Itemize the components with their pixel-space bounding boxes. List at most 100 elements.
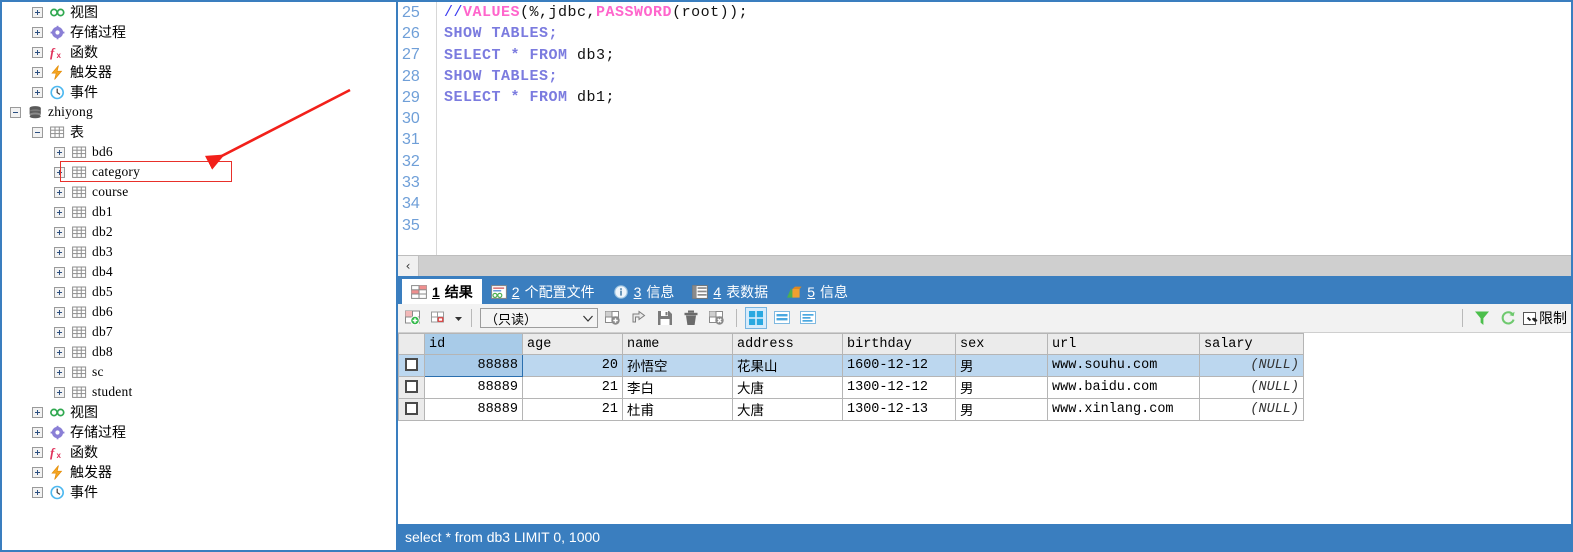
result-grid-table[interactable]: id age name address birthday sex url salary 8888… [398,333,1304,421]
sql-line-code[interactable]: SELECT * FROM db1; [428,89,615,106]
grid-cell-id[interactable]: 88889 [424,376,523,399]
tree-item-category[interactable]: category [2,162,396,182]
expand-plus-icon[interactable] [32,446,43,458]
expand-plus-icon[interactable] [54,166,65,178]
select-all-header[interactable] [398,333,425,355]
sql-line[interactable]: 27 SELECT * FROM db3; [398,45,1571,66]
tree-item-db5[interactable]: db5 [2,282,396,302]
tree-item-视图[interactable]: 视图 [2,2,396,22]
form-view-button[interactable] [771,307,793,329]
grid-cell-salary[interactable]: (NULL) [1199,354,1304,377]
grid-cell-age[interactable]: 20 [522,354,623,377]
grid-cell-url[interactable]: www.souhu.com [1047,354,1200,377]
tree-item-事件[interactable]: 事件 [2,482,396,502]
grid-cell-id[interactable]: 88889 [424,398,523,421]
expand-plus-icon[interactable] [54,226,65,238]
scrollbar-track[interactable] [419,256,1571,276]
grid-cell-url[interactable]: www.xinlang.com [1047,398,1200,421]
grid-cell-sex[interactable]: 男 [955,398,1048,421]
grid-column-header-address[interactable]: address [732,333,843,355]
tree-item-视图[interactable]: 视图 [2,402,396,422]
sql-line[interactable]: 30 [398,108,1571,129]
expand-plus-icon[interactable] [32,406,43,418]
expand-plus-icon[interactable] [54,366,65,378]
sql-editor[interactable]: 25 //VALUES(%,jdbc,PASSWORD(root)); 26 SHOW… [398,2,1571,255]
expand-plus-icon[interactable] [32,426,43,438]
tree-item-触发器[interactable]: 触发器 [2,462,396,482]
delete-button[interactable] [680,307,702,329]
grid-cell-salary[interactable]: (NULL) [1199,376,1304,399]
expand-plus-icon[interactable] [54,146,65,158]
result-grid[interactable]: id age name address birthday sex url salary 8888… [398,333,1571,524]
filter-button[interactable] [1471,307,1493,329]
clear-button[interactable] [706,307,728,329]
expand-plus-icon[interactable] [54,286,65,298]
row-checkbox[interactable] [405,379,418,393]
expand-plus-icon[interactable] [54,326,65,338]
grid-cell-name[interactable]: 李白 [622,376,733,399]
expand-plus-icon[interactable] [32,486,43,498]
scroll-left-icon[interactable]: ‹ [398,256,419,276]
grid-cell-url[interactable]: www.baidu.com [1047,376,1200,399]
sql-line-code[interactable]: //VALUES(%,jdbc,PASSWORD(root)); [428,4,748,21]
grid-cell-address[interactable]: 大唐 [732,398,843,421]
tree-item-bd6[interactable]: bd6 [2,142,396,162]
tree-item-student[interactable]: student [2,382,396,402]
expand-plus-icon[interactable] [32,66,43,78]
grid-row[interactable]: 88888 20 孙悟空 花果山 1600-12-12 男 www.souhu.com (NU… [398,354,1304,377]
grid-column-header-url[interactable]: url [1047,333,1200,355]
sql-line[interactable]: 29 SELECT * FROM db1; [398,87,1571,108]
save-button[interactable] [654,307,676,329]
grid-row[interactable]: 88889 21 李白 大唐 1300-12-12 男 www.baidu.com (NULL… [398,376,1304,399]
sql-editor-lines[interactable]: 25 //VALUES(%,jdbc,PASSWORD(root)); 26 SHOW… [398,2,1571,236]
tree-item-函数[interactable]: f x 函数 [2,442,396,462]
grid-cell-address[interactable]: 花果山 [732,354,843,377]
sql-line[interactable]: 34 [398,194,1571,215]
grid-column-header-sex[interactable]: sex [955,333,1048,355]
refresh-button[interactable] [1497,307,1519,329]
sql-line-code[interactable]: SHOW TABLES; [428,68,558,85]
result-tab-1[interactable]: 1 结果 [402,279,482,304]
result-tab-5[interactable]: 5 信息 [777,279,857,304]
sql-line[interactable]: 26 SHOW TABLES; [398,23,1571,44]
row-checkbox[interactable] [405,357,418,371]
sql-line[interactable]: 28 SHOW TABLES; [398,66,1571,87]
sql-line[interactable]: 25 //VALUES(%,jdbc,PASSWORD(root)); [398,2,1571,23]
export-button[interactable] [602,307,624,329]
grid-cell-birthday[interactable]: 1300-12-13 [842,398,956,421]
expand-plus-icon[interactable] [54,246,65,258]
tree-item-course[interactable]: course [2,182,396,202]
limit-rows-checkbox-group[interactable]: 限制 [1523,308,1567,328]
tree-item-触发器[interactable]: 触发器 [2,62,396,82]
expand-plus-icon[interactable] [54,266,65,278]
collapse-minus-icon[interactable] [32,126,43,138]
tree-item-db4[interactable]: db4 [2,262,396,282]
tree-item-db1[interactable]: db1 [2,202,396,222]
result-tab-3[interactable]: 3 信息 [604,279,684,304]
grid-cell-age[interactable]: 21 [522,376,623,399]
row-select-checkbox-cell[interactable] [398,354,425,377]
result-tab-2[interactable]: 2 个配置文件 [482,279,604,304]
sql-line-code[interactable]: SHOW TABLES; [428,25,558,42]
schema-tree-panel[interactable]: 视图 存储过程 f x 函数 触发器 事件 zhiyong 表 bd6 category course… [0,0,396,552]
tree-item-db7[interactable]: db7 [2,322,396,342]
tree-item-存储过程[interactable]: 存储过程 [2,422,396,442]
expand-plus-icon[interactable] [32,26,43,38]
schema-tree-list[interactable]: 视图 存储过程 f x 函数 触发器 事件 zhiyong 表 bd6 category course… [2,2,396,502]
grid-cell-birthday[interactable]: 1300-12-12 [842,376,956,399]
grid-column-header-id[interactable]: id [424,333,523,355]
editor-horizontal-scrollbar[interactable]: ‹ [398,255,1571,276]
edit-mode-button[interactable] [428,307,450,329]
tree-item-db2[interactable]: db2 [2,222,396,242]
tree-item-db8[interactable]: db8 [2,342,396,362]
expand-plus-icon[interactable] [54,206,65,218]
grid-cell-sex[interactable]: 男 [955,376,1048,399]
sql-line[interactable]: 31 [398,130,1571,151]
row-select-checkbox-cell[interactable] [398,398,425,421]
sql-line[interactable]: 33 [398,172,1571,193]
grid-row[interactable]: 88889 21 杜甫 大唐 1300-12-13 男 www.xinlang.com (NU… [398,398,1304,421]
tree-item-函数[interactable]: f x 函数 [2,42,396,62]
tree-item-db3[interactable]: db3 [2,242,396,262]
sql-line[interactable]: 32 [398,151,1571,172]
fetch-button[interactable] [628,307,650,329]
